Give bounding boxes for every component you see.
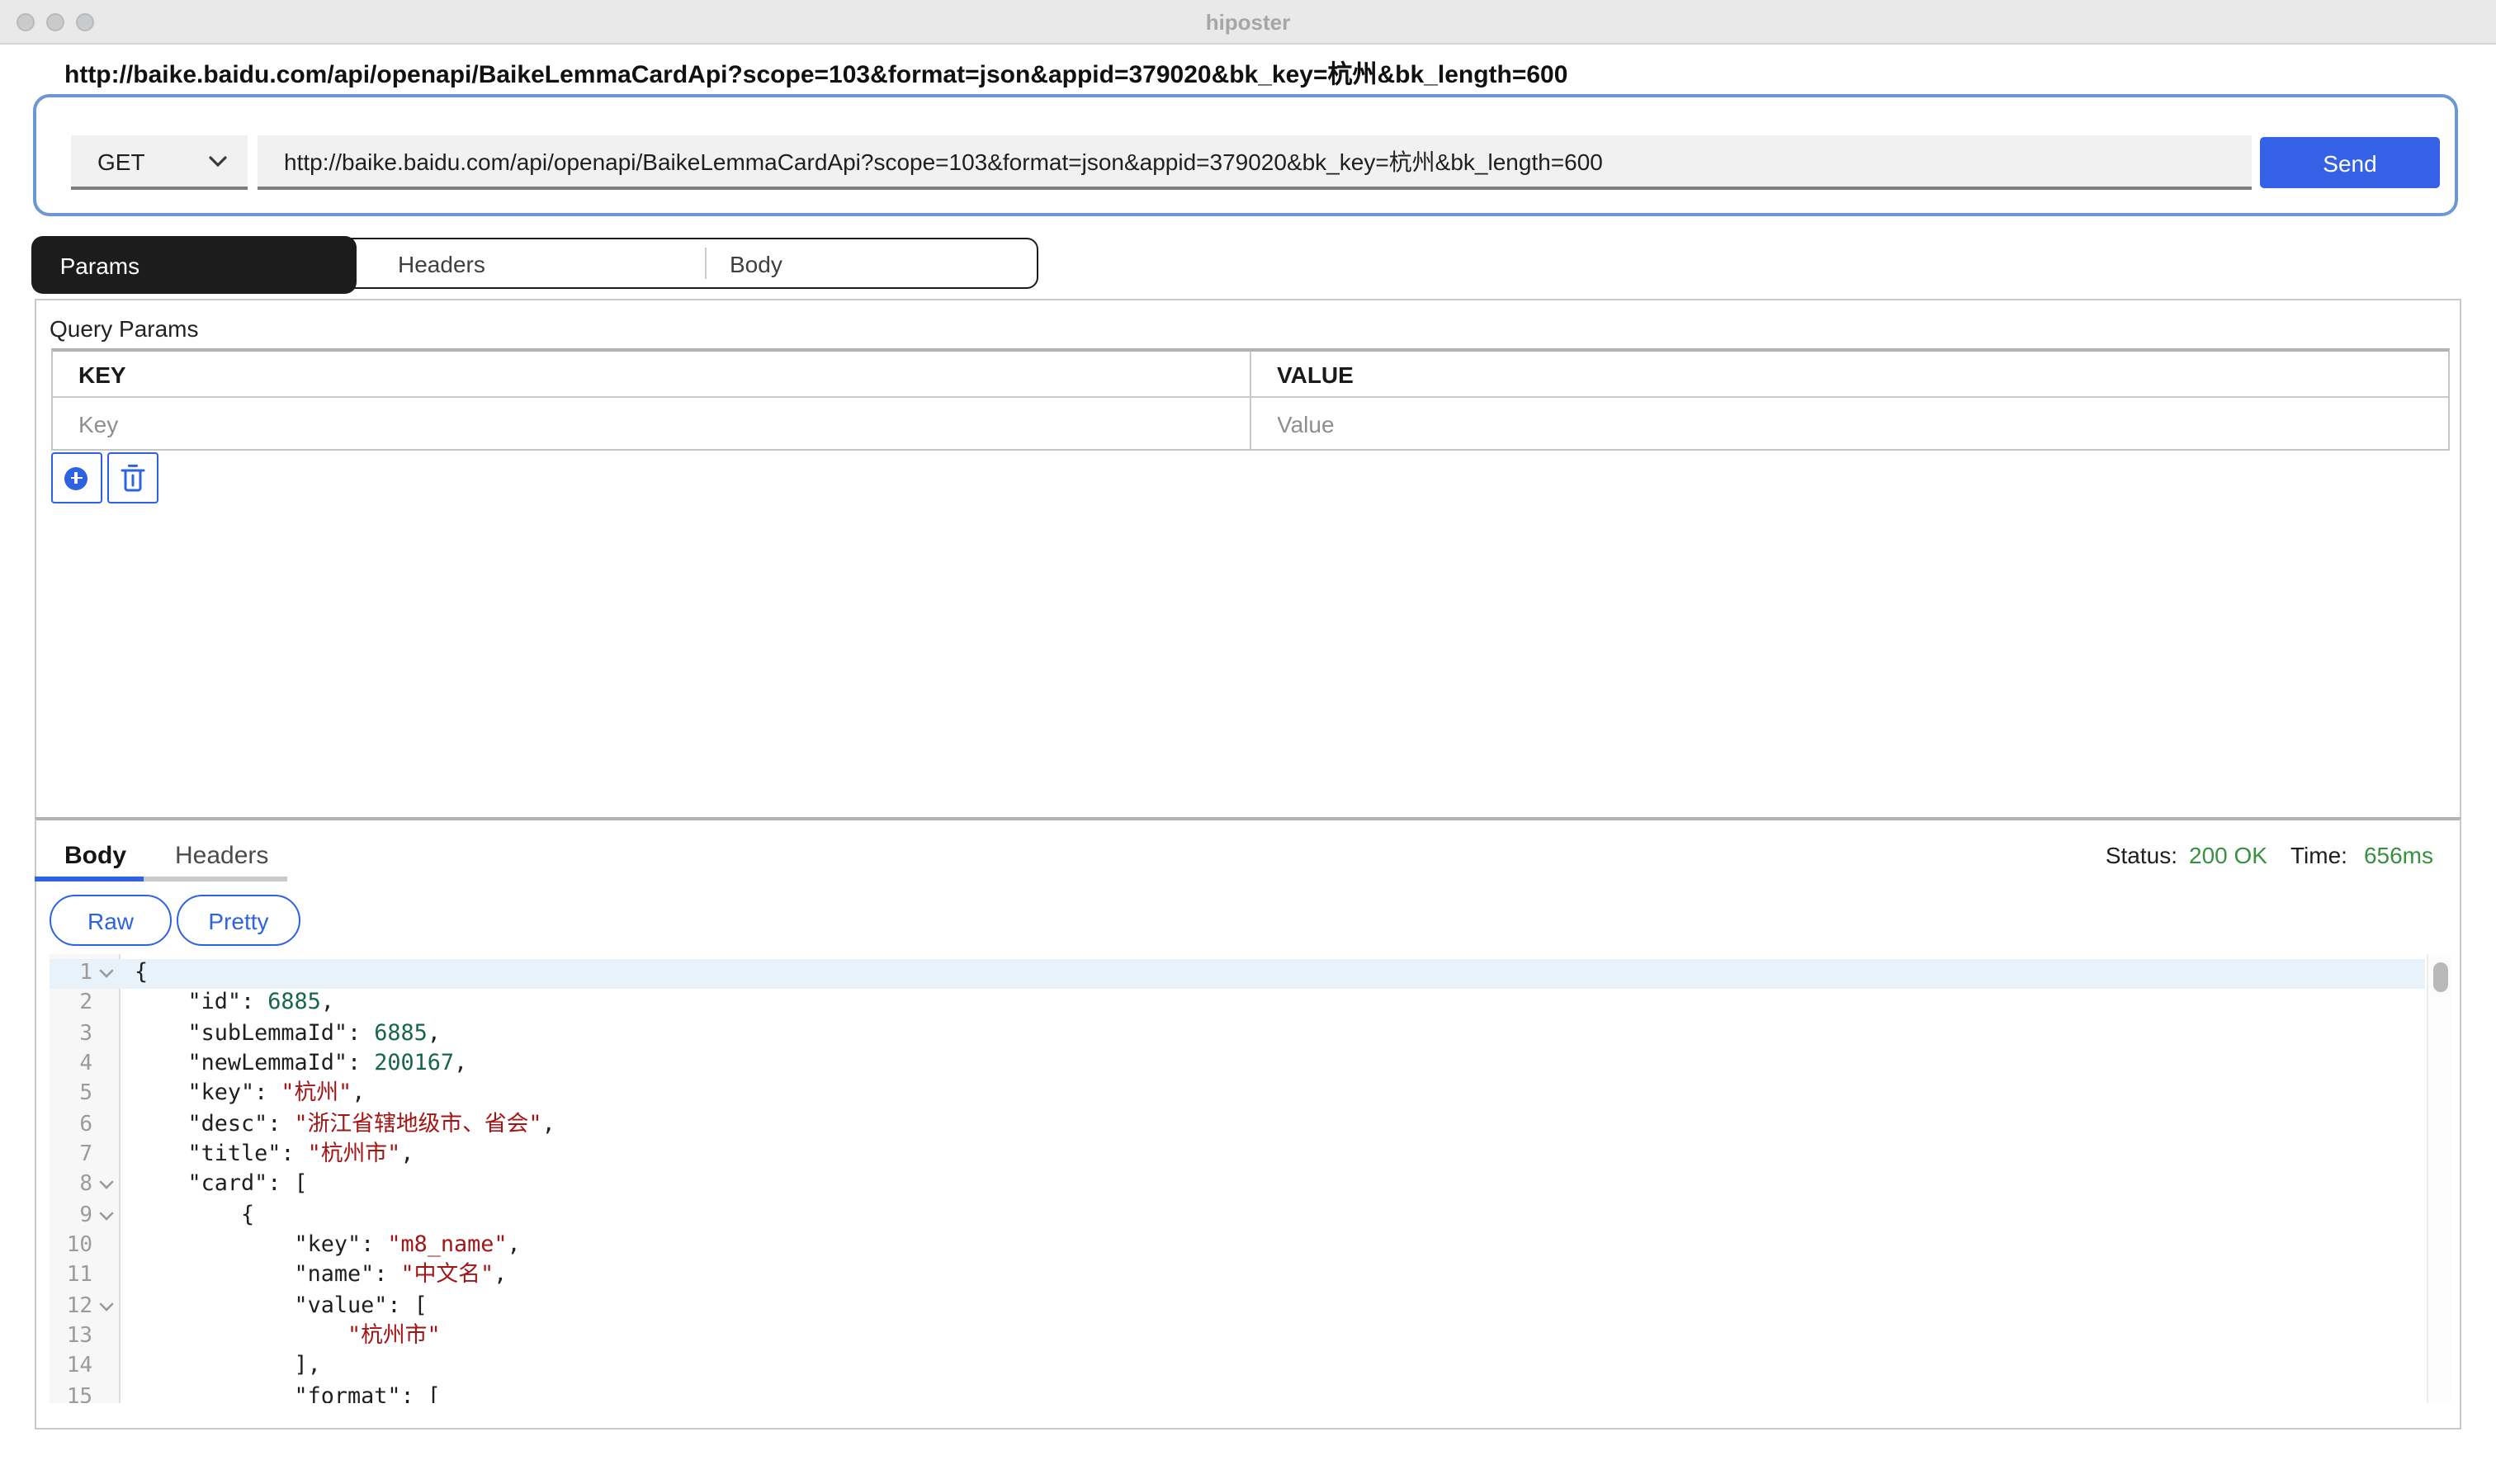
url-input[interactable] <box>258 135 2252 190</box>
scrollbar-thumb[interactable] <box>2432 962 2447 992</box>
title-bar: hiposter <box>0 0 2496 45</box>
response-status-row: Status: 200 OK Time: 656ms <box>2106 842 2433 868</box>
line-number: 15 <box>50 1382 92 1403</box>
time-value: 656ms <box>2364 842 2433 868</box>
trash-icon <box>121 464 145 492</box>
fold-chevron-icon[interactable] <box>92 969 119 979</box>
line-number: 13 <box>50 1322 92 1353</box>
pretty-view-button[interactable]: Pretty <box>177 895 300 946</box>
code-line: 12 "value": [ <box>50 1292 2425 1322</box>
code-line: 9 { <box>50 1201 2425 1231</box>
window-title: hiposter <box>0 10 2496 35</box>
tab-body[interactable]: Body <box>730 239 782 287</box>
response-tab-body[interactable]: Body <box>64 842 126 870</box>
param-value-input[interactable] <box>1277 398 2416 449</box>
value-column-header: VALUE <box>1277 352 1354 396</box>
request-bar: GET Send <box>33 94 2458 216</box>
code-line: 8 "card": [ <box>50 1171 2425 1202</box>
code-line: 10 "key": "m8_name", <box>50 1231 2425 1262</box>
status-value: 200 OK <box>2189 842 2267 868</box>
request-tabs: Params Headers Body <box>33 238 1038 289</box>
line-number: 2 <box>50 990 92 1020</box>
method-select[interactable]: GET <box>71 135 248 190</box>
response-tab-headers[interactable]: Headers <box>175 842 268 870</box>
tab-divider <box>705 248 707 279</box>
code-line: 3 "subLemmaId": 6885, <box>50 1019 2425 1050</box>
code-line: 7 "title": "杭州市", <box>50 1141 2425 1171</box>
chevron-down-icon <box>208 154 228 168</box>
code-scrollbar[interactable] <box>2427 954 2451 1403</box>
fold-chevron-icon[interactable] <box>92 1302 119 1312</box>
param-input-row <box>52 398 2447 449</box>
tab-params[interactable]: Params <box>32 237 357 294</box>
code-lines: 1{2 "id": 6885,3 "subLemmaId": 6885,4 "n… <box>50 959 2425 1403</box>
send-button[interactable]: Send <box>2260 137 2440 188</box>
code-line: 4 "newLemmaId": 200167, <box>50 1050 2425 1080</box>
table-header-row: KEY VALUE <box>52 352 2447 398</box>
line-number: 5 <box>50 1080 92 1111</box>
line-number: 9 <box>50 1201 92 1231</box>
app-window: hiposter http://baike.baidu.com/api/open… <box>0 0 2496 1484</box>
line-number: 8 <box>50 1171 92 1202</box>
response-panel: Body Headers Status: 200 OK Time: 656ms … <box>35 817 2461 1430</box>
method-select-value: GET <box>97 148 208 174</box>
code-line: 14 ], <box>50 1353 2425 1383</box>
fold-chevron-icon[interactable] <box>92 1181 119 1191</box>
response-body-code[interactable]: 1{2 "id": 6885,3 "subLemmaId": 6885,4 "n… <box>50 954 2451 1403</box>
delete-param-button[interactable] <box>107 452 158 503</box>
code-line: 1{ <box>50 959 2425 990</box>
line-number: 7 <box>50 1141 92 1171</box>
code-line: 6 "desc": "浙江省辖地级市、省会", <box>50 1110 2425 1141</box>
line-number: 12 <box>50 1292 92 1322</box>
code-line: 13 "杭州市" <box>50 1322 2425 1353</box>
code-line: 11 "name": "中文名", <box>50 1262 2425 1293</box>
tab-underline-track <box>144 877 287 881</box>
query-params-title: Query Params <box>50 315 199 342</box>
line-number: 4 <box>50 1050 92 1080</box>
code-line: 5 "key": "杭州", <box>50 1080 2425 1111</box>
line-number: 14 <box>50 1353 92 1383</box>
code-line: 2 "id": 6885, <box>50 990 2425 1020</box>
plus-icon <box>64 466 87 489</box>
key-column-header: KEY <box>78 352 126 396</box>
line-number: 6 <box>50 1110 92 1141</box>
query-params-table: KEY VALUE <box>50 348 2449 451</box>
active-tab-underline <box>35 877 144 881</box>
line-number: 3 <box>50 1019 92 1050</box>
param-key-input[interactable] <box>78 398 1217 449</box>
column-divider <box>1249 398 1250 449</box>
request-url-heading: http://baike.baidu.com/api/openapi/Baike… <box>64 56 1567 91</box>
line-number: 1 <box>50 959 92 990</box>
code-line: 15 "format": [ <box>50 1382 2425 1403</box>
line-number: 11 <box>50 1262 92 1293</box>
fold-chevron-icon[interactable] <box>92 1212 119 1222</box>
add-param-button[interactable] <box>50 452 102 503</box>
raw-view-button[interactable]: Raw <box>50 895 172 946</box>
status-label: Status: <box>2106 842 2177 868</box>
line-number: 10 <box>50 1231 92 1262</box>
params-panel: Query Params KEY VALUE <box>35 299 2461 817</box>
tab-headers[interactable]: Headers <box>398 239 485 287</box>
time-label: Time: <box>2290 842 2347 868</box>
column-divider <box>1249 352 1250 396</box>
